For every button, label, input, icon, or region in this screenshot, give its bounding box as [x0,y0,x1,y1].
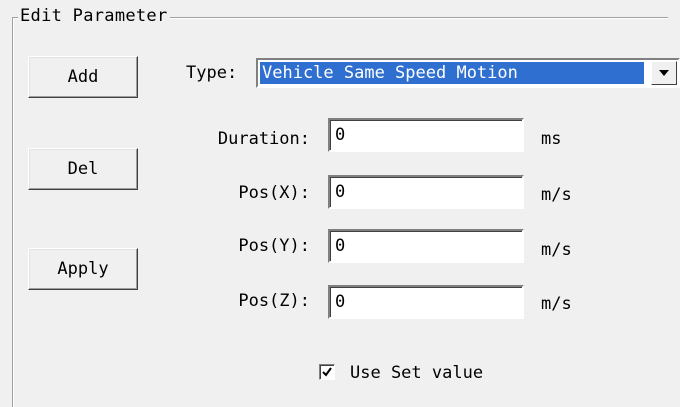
pos-x-input[interactable] [328,175,524,209]
check-icon [322,367,332,377]
duration-label: Duration: [217,129,310,149]
use-set-value-label: Use Set value [350,363,484,383]
duration-input[interactable] [328,118,524,152]
type-select-value: Vehicle Same Speed Motion [260,62,644,84]
group-title: Edit Parameter [18,5,170,27]
type-select[interactable]: Vehicle Same Speed Motion [256,58,680,88]
pos-y-unit: m/s [541,240,572,260]
type-label: Type: [186,63,238,83]
pos-x-unit: m/s [541,185,572,205]
add-button[interactable]: Add [28,56,138,98]
del-button[interactable]: Del [28,148,138,190]
pos-x-label: Pos(X): [238,183,310,203]
chevron-down-icon [659,70,669,76]
pos-z-unit: m/s [541,294,572,314]
apply-button[interactable]: Apply [28,248,138,290]
use-set-value-checkbox[interactable] [319,364,335,380]
pos-y-label: Pos(Y): [238,236,310,256]
pos-z-input[interactable] [328,285,524,319]
dropdown-button[interactable] [651,61,677,85]
pos-y-input[interactable] [328,229,524,263]
pos-z-label: Pos(Z): [238,291,310,311]
duration-unit: ms [541,129,562,149]
